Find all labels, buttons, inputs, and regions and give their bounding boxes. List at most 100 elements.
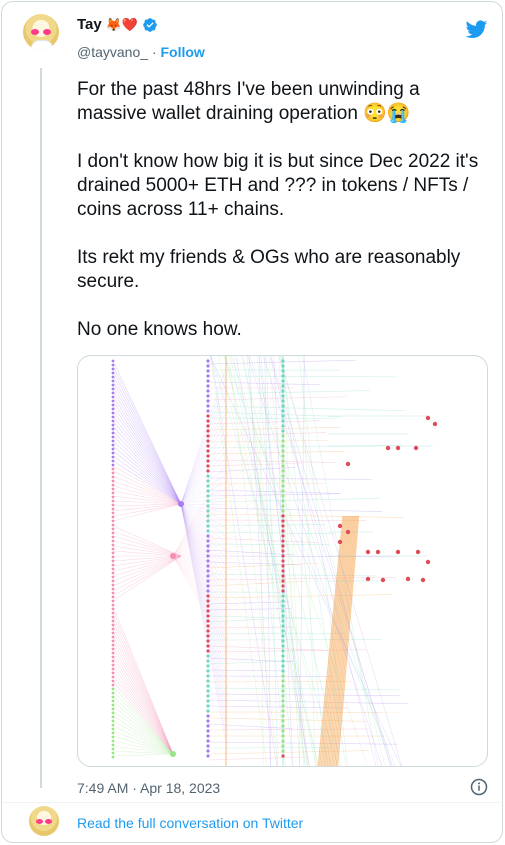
author-name[interactable]: Tay — [77, 16, 102, 33]
graph-node — [206, 644, 210, 648]
author-handle[interactable]: @tayvano_ — [77, 44, 148, 60]
graph-node — [281, 409, 285, 413]
graph-node — [206, 624, 210, 628]
graph-node — [178, 501, 184, 507]
graph-node — [281, 614, 285, 618]
tweet-paragraph: No one knows how. — [77, 319, 242, 340]
graph-edge — [112, 665, 174, 755]
graph-edge — [269, 356, 377, 766]
graph-node — [206, 739, 210, 743]
author-avatar[interactable] — [23, 14, 59, 50]
graph-node — [281, 399, 285, 403]
graph-node — [415, 549, 421, 555]
graph-node — [111, 587, 115, 591]
graph-node — [281, 464, 285, 468]
graph-edge — [180, 392, 229, 505]
graph-node — [375, 549, 381, 555]
info-icon[interactable] — [470, 778, 488, 796]
graph-node — [111, 679, 115, 683]
graph-node — [281, 424, 285, 428]
graph-node — [206, 419, 210, 423]
tweet-media-image[interactable] — [77, 355, 488, 767]
graph-node — [281, 499, 285, 503]
graph-node — [111, 511, 115, 515]
tweet-timestamp[interactable]: 7:49 AM · Apr 18, 2023 — [77, 780, 220, 796]
graph-node — [111, 483, 115, 487]
graph-node — [111, 463, 115, 467]
graph-node — [425, 559, 431, 565]
graph-node — [111, 611, 115, 615]
graph-node — [365, 576, 371, 582]
graph-node — [206, 714, 210, 718]
graph-node — [206, 399, 210, 403]
graph-node — [111, 591, 115, 595]
graph-node — [206, 564, 210, 568]
graph-node — [206, 559, 210, 563]
graph-node — [111, 719, 115, 723]
twitter-bird-icon[interactable] — [464, 18, 489, 40]
graph-node — [206, 629, 210, 633]
graph-node — [111, 623, 115, 627]
graph-node — [111, 375, 115, 379]
read-full-conversation-link[interactable]: Read the full conversation on Twitter — [77, 815, 303, 831]
graph-node — [405, 576, 411, 582]
graph-node — [281, 514, 285, 518]
graph-node — [281, 404, 285, 408]
graph-node — [111, 419, 115, 423]
graph-edge — [112, 700, 174, 755]
graph-node — [111, 635, 115, 639]
graph-edge — [112, 535, 182, 557]
graph-node — [111, 723, 115, 727]
graph-edge — [207, 420, 320, 425]
graph-node — [111, 523, 115, 527]
graph-node — [281, 684, 285, 688]
graph-node — [111, 379, 115, 383]
graph-node — [111, 459, 115, 463]
graph-node — [111, 539, 115, 543]
graph-node — [281, 449, 285, 453]
conversation-avatar[interactable] — [29, 806, 59, 836]
graph-node — [281, 729, 285, 733]
graph-node — [206, 394, 210, 398]
graph-node — [111, 739, 115, 743]
graph-edge — [207, 728, 368, 731]
graph-node — [111, 391, 115, 395]
graph-node — [206, 534, 210, 538]
graph-node — [111, 687, 115, 691]
graph-edge — [112, 365, 182, 505]
graph-node — [281, 699, 285, 703]
graph-node — [111, 675, 115, 679]
graph-node — [111, 683, 115, 687]
graph-node — [111, 643, 115, 647]
graph-node — [111, 735, 115, 739]
graph-node — [206, 389, 210, 393]
graph-edge — [207, 477, 372, 480]
graph-node — [206, 679, 210, 683]
graph-node — [281, 509, 285, 513]
graph-edge — [241, 356, 342, 766]
graph-node — [206, 654, 210, 658]
graph-node — [111, 615, 115, 619]
graph-node — [413, 445, 419, 451]
graph-node — [111, 607, 115, 611]
graph-node — [111, 571, 115, 575]
graph-node — [111, 467, 115, 471]
graph-node — [206, 584, 210, 588]
graph-node — [206, 549, 210, 553]
graph-edge — [112, 615, 174, 755]
graph-node — [206, 729, 210, 733]
graph-edge — [207, 750, 369, 755]
author-name-row[interactable]: Tay 🦊❤️ — [77, 16, 158, 33]
graph-edge — [112, 390, 182, 505]
graph-node — [111, 447, 115, 451]
graph-node — [206, 504, 210, 508]
follow-button[interactable]: Follow — [161, 44, 205, 60]
graph-node — [111, 671, 115, 675]
tweet-paragraph: Its rekt my friends & OGs who are reason… — [77, 247, 461, 292]
graph-node — [281, 599, 285, 603]
graph-node — [111, 535, 115, 539]
graph-node — [281, 594, 285, 598]
graph-node — [281, 629, 285, 633]
graph-node — [206, 684, 210, 688]
graph-node — [281, 459, 285, 463]
